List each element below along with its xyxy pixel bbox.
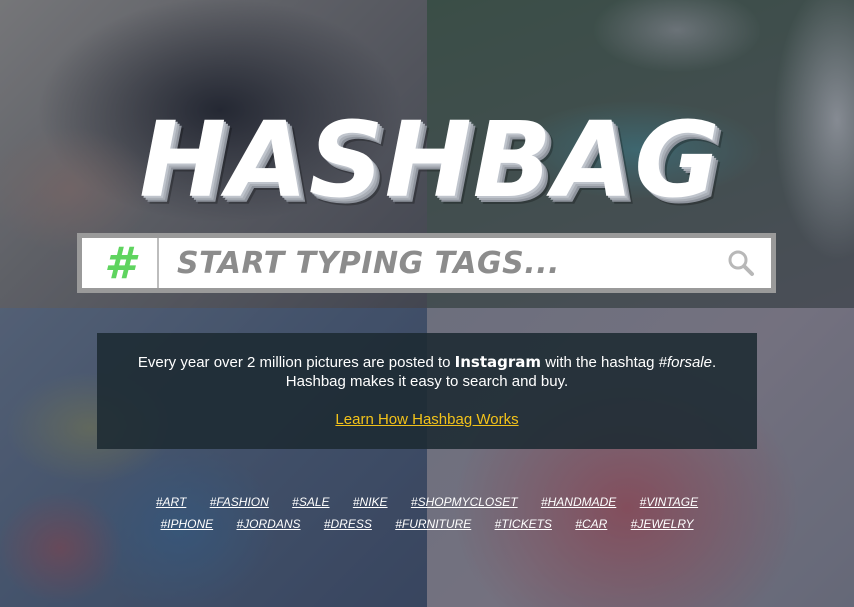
forsale-hashtag: #forsale (658, 354, 712, 371)
tag-link[interactable]: #SALE (292, 495, 329, 509)
hash-icon: # (82, 238, 159, 289)
search-bar: # (77, 233, 776, 293)
info-text-suffix: . (711, 354, 717, 371)
learn-how-link[interactable]: Learn How Hashbag Works (335, 410, 518, 429)
tag-link[interactable]: #CAR (575, 517, 607, 531)
info-text-prefix: Every year over 2 million pictures are p… (137, 354, 455, 371)
tag-link[interactable]: #TICKETS (495, 517, 552, 531)
tag-link[interactable]: #JORDANS (236, 517, 300, 531)
tag-link[interactable]: #NIKE (353, 495, 388, 509)
tags-row-2: #IPHONE #JORDANS #DRESS #FURNITURE #TICK… (97, 513, 757, 535)
search-icon[interactable] (711, 238, 771, 288)
tag-link[interactable]: #FURNITURE (395, 517, 471, 531)
tag-link[interactable]: #HANDMADE (541, 495, 616, 509)
tag-link[interactable]: #IPHONE (160, 517, 213, 531)
search-input[interactable] (159, 238, 711, 288)
tag-link[interactable]: #SHOPMYCLOSET (411, 495, 518, 509)
popular-tags: #ART #FASHION #SALE #NIKE #SHOPMYCLOSET … (97, 491, 757, 535)
instagram-brand: Instagram (454, 353, 542, 371)
info-line-1: Every year over 2 million pictures are p… (97, 353, 757, 372)
tags-row-1: #ART #FASHION #SALE #NIKE #SHOPMYCLOSET … (97, 491, 757, 513)
info-panel: Every year over 2 million pictures are p… (97, 333, 757, 449)
tag-link[interactable]: #DRESS (324, 517, 372, 531)
tag-link[interactable]: #FASHION (210, 495, 269, 509)
tag-link[interactable]: #JEWELRY (631, 517, 694, 531)
tag-link[interactable]: #VINTAGE (640, 495, 698, 509)
info-line-2: Hashbag makes it easy to search and buy. (285, 373, 569, 390)
site-logo: HASHBAG (139, 99, 721, 221)
tag-link[interactable]: #ART (156, 495, 186, 509)
info-text-middle: with the hashtag (541, 354, 659, 371)
